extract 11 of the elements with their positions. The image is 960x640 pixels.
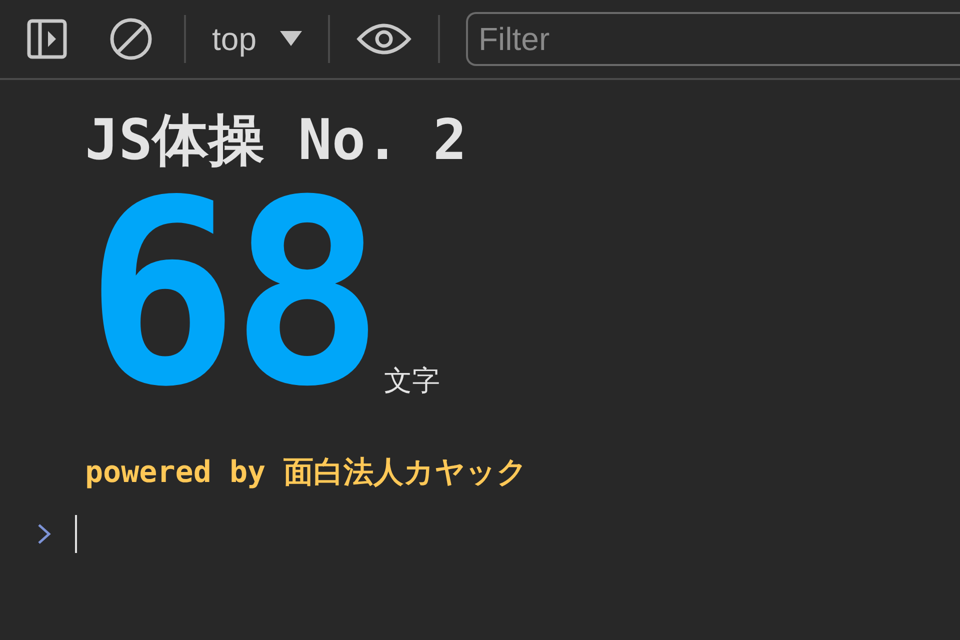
eye-icon[interactable] bbox=[356, 22, 412, 56]
filter-field[interactable]: Filter bbox=[466, 12, 960, 66]
output-title: JS体操 No. 2 bbox=[85, 107, 468, 175]
character-count: 68 bbox=[85, 190, 376, 400]
caret-icon bbox=[280, 31, 302, 47]
count-unit: 文字 bbox=[384, 363, 440, 399]
credit-text: powered by 面白法人カヤック bbox=[85, 454, 529, 492]
clear-console-icon[interactable] bbox=[108, 16, 154, 62]
context-dropdown[interactable]: top bbox=[212, 20, 302, 58]
prompt-chevron-icon bbox=[37, 523, 51, 545]
sidebar-toggle-icon[interactable] bbox=[26, 18, 68, 60]
